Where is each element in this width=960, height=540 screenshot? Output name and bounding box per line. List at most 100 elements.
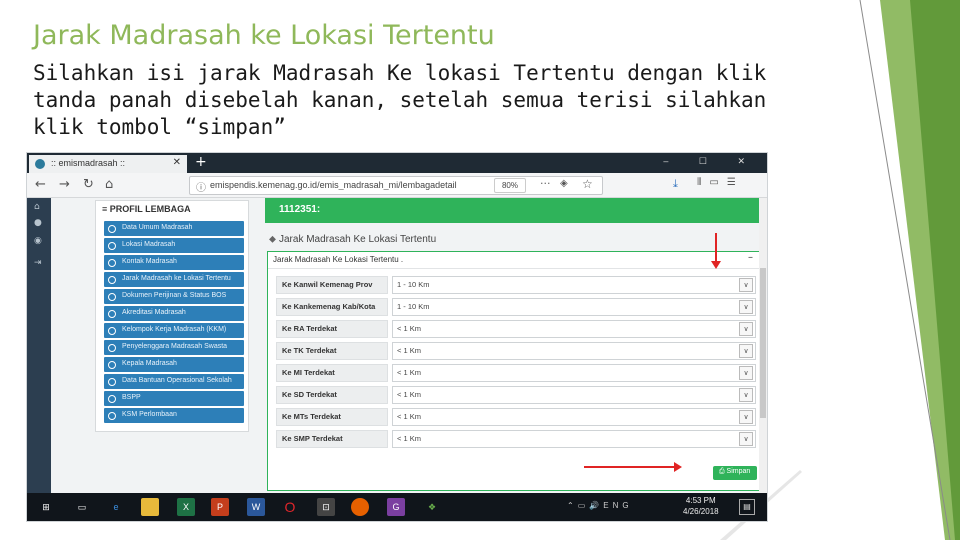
- tray-app-icon[interactable]: ❖: [423, 498, 441, 516]
- menu-item-label: Kelompok Kerja Madrasah (KKM): [122, 326, 227, 333]
- menu-item[interactable]: Data Umum Madrasah: [104, 221, 244, 236]
- clock-date: 4/26/2018: [683, 507, 719, 516]
- menu-item-label: Jarak Madrasah ke Lokasi Tertentu: [122, 275, 231, 282]
- browser-tabbar: :: emismadrasah :: ✕ + – ☐ ✕: [27, 153, 767, 173]
- menu-item-label: Akreditasi Madrasah: [122, 309, 186, 316]
- menu-item[interactable]: KSM Perlombaan: [104, 408, 244, 423]
- home-button[interactable]: ⌂: [105, 177, 113, 192]
- distance-form: Jarak Madrasah Ke Lokasi Tertentu . – Ke…: [267, 251, 760, 491]
- menu-item-label: Kontak Madrasah: [122, 258, 177, 265]
- browser-tab[interactable]: :: emismadrasah :: ✕: [29, 155, 187, 173]
- chevron-down-icon[interactable]: ∨: [739, 278, 753, 292]
- chevron-down-icon[interactable]: ∨: [739, 344, 753, 358]
- chevron-down-icon[interactable]: ∨: [739, 322, 753, 336]
- distance-select[interactable]: < 1 Km ∨: [392, 386, 756, 404]
- circle-icon: [108, 310, 116, 318]
- distance-select[interactable]: < 1 Km ∨: [392, 320, 756, 338]
- scrollbar-thumb[interactable]: [760, 268, 766, 418]
- page-actions-icon[interactable]: ···: [540, 177, 551, 190]
- slide-body-line-3: klik tombol “simpan”: [33, 115, 286, 139]
- zoom-indicator[interactable]: 80%: [494, 178, 526, 193]
- menu-item[interactable]: Penyelenggara Madrasah Swasta: [104, 340, 244, 355]
- window-controls[interactable]: – ☐ ✕: [663, 156, 759, 167]
- distance-value: 1 - 10 Km: [397, 280, 430, 289]
- menu-item[interactable]: Data Bantuan Operasional Sekolah: [104, 374, 244, 389]
- distance-select[interactable]: 1 - 10 Km ∨: [392, 276, 756, 294]
- home-icon[interactable]: ⌂: [34, 202, 40, 212]
- new-tab-button[interactable]: +: [195, 154, 207, 170]
- pocket-icon[interactable]: ◈: [560, 178, 568, 189]
- save-button[interactable]: ⎙ Simpan: [713, 466, 757, 480]
- logout-icon[interactable]: ⇥: [34, 258, 42, 268]
- menu-item[interactable]: Kontak Madrasah: [104, 255, 244, 270]
- profile-menu-panel: ≡ PROFIL LEMBAGA Data Umum Madrasah Loka…: [95, 200, 249, 432]
- distance-select[interactable]: < 1 Km ∨: [392, 364, 756, 382]
- powerpoint-icon[interactable]: P: [211, 498, 229, 516]
- menu-item[interactable]: Akreditasi Madrasah: [104, 306, 244, 321]
- distance-select[interactable]: 1 - 10 Km ∨: [392, 298, 756, 316]
- reload-button[interactable]: ↻: [83, 177, 94, 192]
- row-label: Ke TK Terdekat: [276, 342, 388, 360]
- windows-start-icon[interactable]: ⊞: [37, 498, 55, 516]
- site-info-icon[interactable]: ⓘ: [196, 179, 206, 194]
- distance-select[interactable]: < 1 Km ∨: [392, 430, 756, 448]
- store-icon[interactable]: ⊡: [317, 498, 335, 516]
- menu-item[interactable]: BSPP: [104, 391, 244, 406]
- menu-item[interactable]: Dokumen Perijinan & Status BOS: [104, 289, 244, 304]
- menu-item[interactable]: Lokasi Madrasah: [104, 238, 244, 253]
- row-label: Ke MTs Terdekat: [276, 408, 388, 426]
- row-label-text: Ke TK Terdekat: [282, 346, 337, 355]
- circle-icon: [108, 276, 116, 284]
- file-explorer-icon[interactable]: [141, 498, 159, 516]
- input-language[interactable]: ENG: [603, 501, 632, 510]
- annotation-arrow-down-head: [711, 261, 721, 269]
- firefox-icon[interactable]: [351, 498, 369, 516]
- collapse-button[interactable]: –: [748, 252, 753, 263]
- distance-select[interactable]: < 1 Km ∨: [392, 408, 756, 426]
- chevron-down-icon[interactable]: ∨: [739, 300, 753, 314]
- close-tab-icon[interactable]: ✕: [173, 157, 181, 168]
- users-icon[interactable]: ◉: [34, 236, 42, 246]
- system-tray[interactable]: ⌃▭🔊ENG: [567, 501, 633, 510]
- menu-item[interactable]: Kelompok Kerja Madrasah (KKM): [104, 323, 244, 338]
- app-icon[interactable]: G: [387, 498, 405, 516]
- bookmark-star-icon[interactable]: ☆: [582, 177, 593, 191]
- forward-button[interactable]: →: [59, 177, 70, 192]
- word-icon[interactable]: W: [247, 498, 265, 516]
- clock-time: 4:53 PM: [685, 496, 716, 505]
- toolbar-icons[interactable]: ⦀▭☰: [697, 177, 744, 188]
- menu-item[interactable]: Kepala Madrasah: [104, 357, 244, 372]
- menu-item-label: Data Umum Madrasah: [122, 224, 193, 231]
- section-title-text: Jarak Madrasah Ke Lokasi Tertentu: [279, 234, 437, 245]
- url-text[interactable]: emispendis.kemenag.go.id/emis_madrasah_m…: [210, 180, 470, 190]
- excel-icon[interactable]: X: [177, 498, 195, 516]
- distance-value: < 1 Km: [397, 390, 421, 399]
- menu-item[interactable]: Jarak Madrasah ke Lokasi Tertentu: [104, 272, 244, 287]
- edge-icon[interactable]: e: [107, 498, 125, 516]
- menu-item-label: BSPP: [122, 394, 141, 401]
- tray-icons[interactable]: ⌃▭🔊: [567, 501, 603, 510]
- tab-title: :: emismadrasah ::: [51, 158, 126, 168]
- address-bar[interactable]: ⓘ emispendis.kemenag.go.id/emis_madrasah…: [189, 176, 603, 195]
- download-icon[interactable]: ⤓: [673, 177, 678, 191]
- row-label: Ke MI Terdekat: [276, 364, 388, 382]
- chevron-down-icon[interactable]: ∨: [739, 432, 753, 446]
- notification-icon[interactable]: ▤: [739, 499, 755, 515]
- system-clock[interactable]: 4:53 PM 4/26/2018: [683, 495, 719, 517]
- opera-icon[interactable]: O: [281, 498, 299, 516]
- user-icon[interactable]: ●: [34, 218, 42, 228]
- row-label: Ke SMP Terdekat: [276, 430, 388, 448]
- page-scrollbar[interactable]: [759, 198, 767, 493]
- distance-select[interactable]: < 1 Km ∨: [392, 342, 756, 360]
- menu-item-label: KSM Perlombaan: [122, 411, 177, 418]
- row-label-text: Ke Kanwil Kemenag Prov: [282, 280, 373, 289]
- circle-icon: [108, 412, 116, 420]
- task-view-icon[interactable]: ▭: [73, 498, 91, 516]
- chevron-down-icon[interactable]: ∨: [739, 410, 753, 424]
- chevron-down-icon[interactable]: ∨: [739, 366, 753, 380]
- menu-item-label: Dokumen Perijinan & Status BOS: [122, 292, 227, 299]
- chevron-down-icon[interactable]: ∨: [739, 388, 753, 402]
- windows-taskbar: ⊞ ▭ e X P W O ⊡ G ❖ ⌃▭🔊ENG 4:53 PM 4/26/…: [27, 493, 767, 521]
- back-button[interactable]: ←: [35, 177, 46, 192]
- browser-navbar: ← → ↻ ⌂ ⓘ emispendis.kemenag.go.id/emis_…: [27, 173, 767, 198]
